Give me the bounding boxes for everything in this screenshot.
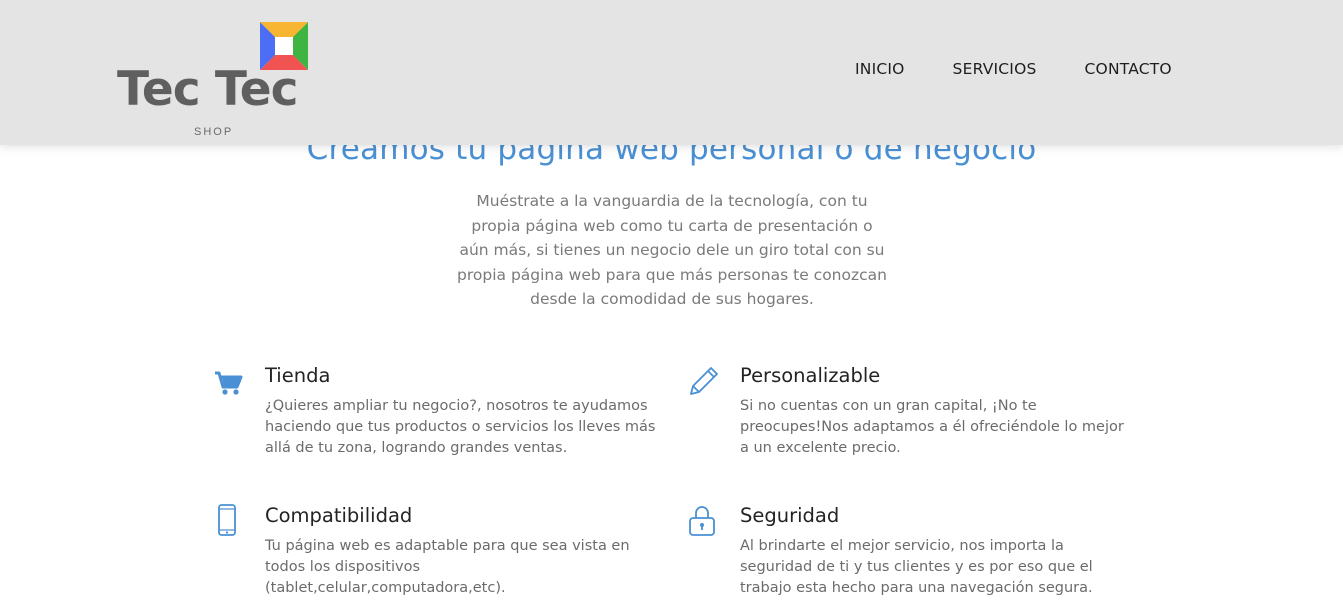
hero-description: Muéstrate a la vanguardia de la tecnolog…	[457, 192, 887, 308]
cart-icon	[215, 371, 243, 395]
pencil-icon	[690, 367, 718, 395]
feature-description: Al brindarte el mejor servicio, nos impo…	[740, 538, 1093, 596]
feature-title: Seguridad	[740, 504, 840, 527]
nav-item-contacto[interactable]: CONTACTO	[1085, 60, 1172, 78]
feature-description: Tu página web es adaptable para que sea …	[265, 538, 630, 596]
main-nav: INICIO SERVICIOS CONTACTO	[855, 60, 1172, 78]
brand-logo[interactable]: Tec Tec SHOP	[117, 20, 317, 140]
nav-item-inicio[interactable]: INICIO	[855, 60, 905, 78]
site-header: Tec Tec SHOP INICIO SERVICIOS CONTACTO	[0, 0, 1343, 145]
feature-title: Tienda	[265, 364, 331, 387]
nav-item-servicios[interactable]: SERVICIOS	[953, 60, 1037, 78]
feature-title: Personalizable	[740, 364, 881, 387]
feature-description: ¿Quieres ampliar tu negocio?, nosotros t…	[265, 398, 656, 456]
brand-tagline: SHOP	[194, 126, 234, 138]
mobile-phone-icon	[218, 504, 236, 536]
lock-icon	[689, 506, 715, 536]
brand-name: Tec Tec	[117, 62, 298, 117]
feature-title: Compatibilidad	[265, 504, 413, 527]
feature-description: Si no cuentas con un gran capital, ¡No t…	[740, 398, 1124, 456]
